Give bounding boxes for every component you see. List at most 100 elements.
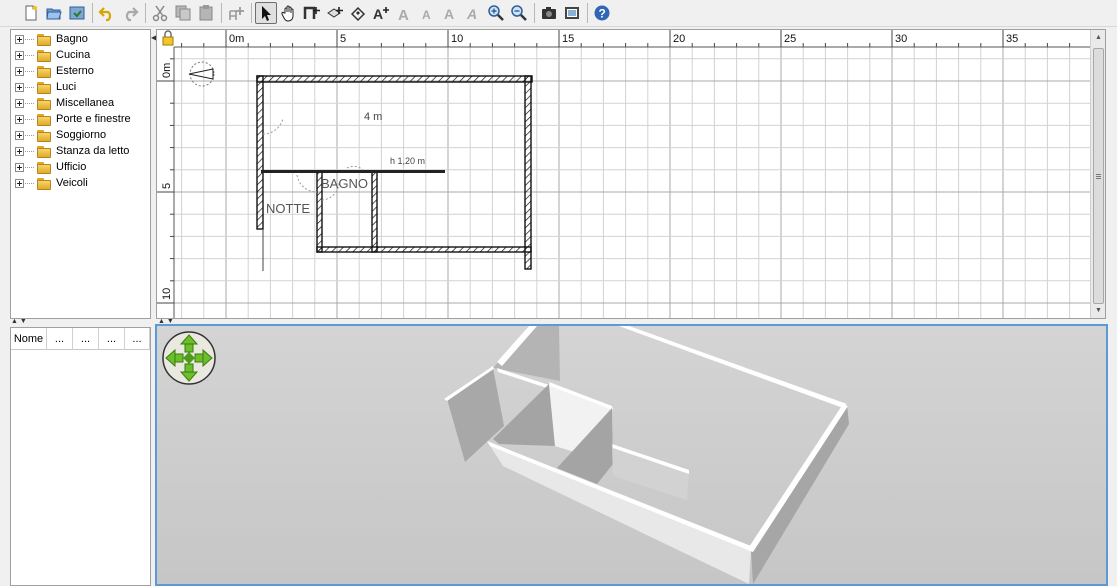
tree-connector <box>25 54 34 56</box>
create-dimensions-button[interactable] <box>347 2 369 24</box>
room-label[interactable]: BAGNO <box>321 176 368 191</box>
catalog-category[interactable]: Soggiorno <box>11 127 106 143</box>
folder-icon <box>36 161 52 174</box>
expand-icon[interactable] <box>15 130 24 140</box>
redo-button[interactable] <box>119 2 141 24</box>
expand-icon[interactable] <box>15 114 24 124</box>
plan-wall[interactable] <box>371 170 378 253</box>
door-arc[interactable] <box>296 174 318 193</box>
create-video-button[interactable] <box>561 2 583 24</box>
add-furniture-button[interactable] <box>225 2 247 24</box>
tree-connector <box>25 182 34 184</box>
3d-render <box>444 326 849 584</box>
compass[interactable] <box>189 61 215 87</box>
catalog-category[interactable]: Stanza da letto <box>11 143 129 159</box>
increase-text-size-button[interactable]: A <box>393 2 415 24</box>
italic-text-button[interactable]: A <box>462 2 484 24</box>
tree-connector <box>25 102 34 104</box>
catalog-category[interactable]: Cucina <box>11 47 90 63</box>
redo-icon <box>125 7 139 22</box>
select-mode-button[interactable] <box>255 2 277 24</box>
bold-text-button[interactable]: A <box>439 2 461 24</box>
tree-connector <box>25 134 34 136</box>
ruler-y-label: 5 <box>161 183 173 189</box>
zoom-in-button[interactable] <box>485 2 507 24</box>
table-column-header[interactable]: ... <box>99 328 125 350</box>
catalog-category[interactable]: Esterno <box>11 63 94 79</box>
catalog-category-label: Esterno <box>56 65 94 77</box>
catalog-category[interactable]: Luci <box>11 79 76 95</box>
expand-icon[interactable] <box>15 98 24 108</box>
catalog-category-label: Miscellanea <box>56 97 115 109</box>
scroll-down-button[interactable]: ▼ <box>1091 303 1106 318</box>
plan-vertical-scrollbar[interactable]: ▲ ▼ <box>1090 30 1105 318</box>
toolbar-separator <box>587 3 588 23</box>
door-arc[interactable] <box>262 117 284 135</box>
table-column-header[interactable]: Nome <box>11 328 47 350</box>
undo-button[interactable] <box>96 2 118 24</box>
copy-button[interactable] <box>172 2 194 24</box>
tree-connector <box>25 86 34 88</box>
plan-view[interactable]: 0m 5 10 15 20 25 30 35 0m 5 10 4 m h 1,20 m BAGNO NOTT… <box>156 29 1106 319</box>
paste-button[interactable] <box>195 2 217 24</box>
plan-wall[interactable] <box>316 246 532 253</box>
expand-icon[interactable] <box>15 82 24 92</box>
3d-view[interactable] <box>155 324 1108 586</box>
plan-wall[interactable] <box>256 75 264 230</box>
catalog-category-label: Stanza da letto <box>56 145 130 157</box>
room-label[interactable]: NOTTE <box>266 201 310 216</box>
expand-icon[interactable] <box>15 178 24 188</box>
svg-text:?: ? <box>599 7 606 21</box>
expand-icon[interactable] <box>15 34 24 44</box>
ruler-y-label: 0m <box>161 63 173 78</box>
tree-connector <box>25 70 34 72</box>
expand-icon[interactable] <box>15 66 24 76</box>
create-photo-icon <box>542 7 556 19</box>
decrease-text-size-button[interactable]: A <box>416 2 438 24</box>
zoom-out-button[interactable] <box>508 2 530 24</box>
new-home-icon <box>25 5 38 21</box>
plan-canvas[interactable]: 0m 5 10 15 20 25 30 35 0m 5 10 4 m h 1,20 m BAGNO NOTT… <box>157 30 1106 319</box>
create-walls-button[interactable] <box>301 2 323 24</box>
toolbar-separator <box>221 3 222 23</box>
scroll-thumb[interactable] <box>1093 48 1104 304</box>
table-column-header[interactable]: ... <box>47 328 73 350</box>
folder-icon <box>36 113 52 126</box>
add-text-button[interactable]: A <box>370 2 392 24</box>
plan-wall[interactable] <box>524 75 532 270</box>
new-home-button[interactable] <box>20 2 42 24</box>
create-rooms-button[interactable] <box>324 2 346 24</box>
catalog-category-label: Porte e finestre <box>56 113 131 125</box>
scroll-up-button[interactable]: ▲ <box>1091 30 1106 45</box>
furniture-table: Nome............ <box>10 327 151 586</box>
expand-icon[interactable] <box>15 162 24 172</box>
tree-connector <box>25 166 34 168</box>
catalog-category[interactable]: Miscellanea <box>11 95 114 111</box>
3d-wall <box>751 404 849 584</box>
expand-icon[interactable] <box>15 146 24 156</box>
pan-mode-button[interactable] <box>278 2 300 24</box>
toolbar-separator <box>145 3 146 23</box>
plan-low-wall[interactable] <box>261 170 445 173</box>
save-button[interactable] <box>66 2 88 24</box>
catalog-category[interactable]: Porte e finestre <box>11 111 131 127</box>
table-column-header[interactable]: ... <box>125 328 150 350</box>
plan-wall[interactable] <box>256 75 533 83</box>
cut-button[interactable] <box>149 2 171 24</box>
expand-icon[interactable] <box>15 50 24 60</box>
lock-icon[interactable] <box>162 36 174 46</box>
horizontal-ruler <box>157 30 1091 47</box>
create-photo-button[interactable] <box>538 2 560 24</box>
help-button[interactable]: ? <box>591 2 613 24</box>
pan-icon <box>281 5 294 22</box>
catalog-category[interactable]: Veicoli <box>11 175 88 191</box>
bold-text-icon: A <box>444 6 454 22</box>
catalog-splitter-arrows[interactable]: ▲▼ <box>11 318 29 325</box>
3d-navigation-widget[interactable] <box>161 330 217 386</box>
catalog-category[interactable]: Bagno <box>11 31 88 47</box>
table-column-header[interactable]: ... <box>73 328 99 350</box>
open-button[interactable] <box>43 2 65 24</box>
dimension-label: 4 m <box>364 111 382 123</box>
increase-text-size-icon: A <box>398 7 409 22</box>
catalog-category[interactable]: Ufficio <box>11 159 86 175</box>
